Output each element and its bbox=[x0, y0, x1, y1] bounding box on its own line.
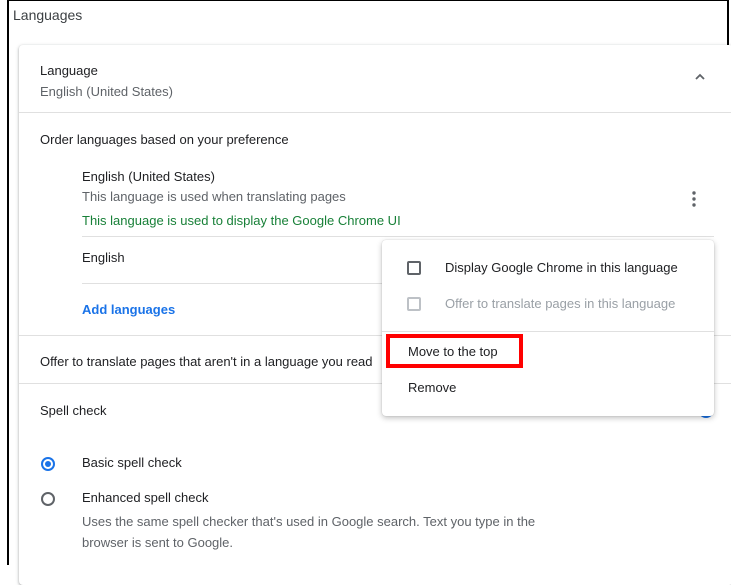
language-item-name: English (United States) bbox=[82, 169, 215, 184]
language-item-name: English bbox=[82, 250, 125, 265]
language-context-menu: Display Google Chrome in this language O… bbox=[382, 240, 714, 416]
offer-translate-label: Offer to translate pages that aren't in … bbox=[40, 354, 373, 369]
highlight-box bbox=[386, 334, 523, 368]
offer-translate-checkbox bbox=[407, 297, 421, 311]
chevron-up-icon[interactable] bbox=[693, 70, 707, 84]
enhanced-spell-check-radio[interactable] bbox=[41, 492, 55, 506]
section-title: Languages bbox=[13, 7, 83, 23]
display-in-language-checkbox[interactable] bbox=[407, 261, 421, 275]
language-item-ui-note: This language is used to display the Goo… bbox=[82, 213, 401, 228]
basic-spell-check-label: Basic spell check bbox=[82, 455, 182, 470]
language-header-title: Language bbox=[40, 63, 98, 78]
remove-menu-item[interactable]: Remove bbox=[408, 380, 456, 395]
more-actions-icon[interactable] bbox=[690, 190, 698, 208]
enhanced-spell-check-label: Enhanced spell check bbox=[82, 490, 209, 505]
order-languages-label: Order languages based on your preference bbox=[40, 132, 289, 147]
spell-check-label: Spell check bbox=[40, 403, 107, 418]
basic-spell-check-radio[interactable] bbox=[41, 457, 55, 471]
display-in-language-label[interactable]: Display Google Chrome in this language bbox=[445, 260, 678, 275]
divider bbox=[19, 112, 731, 113]
enhanced-spell-check-description: Uses the same spell checker that's used … bbox=[82, 514, 536, 550]
language-item-translate-note: This language is used when translating p… bbox=[82, 189, 346, 204]
menu-divider bbox=[382, 331, 714, 332]
add-languages-button[interactable]: Add languages bbox=[82, 302, 175, 317]
language-header-subtitle: English (United States) bbox=[40, 84, 173, 99]
offer-translate-menu-label: Offer to translate pages in this languag… bbox=[445, 296, 676, 311]
divider bbox=[82, 236, 714, 237]
